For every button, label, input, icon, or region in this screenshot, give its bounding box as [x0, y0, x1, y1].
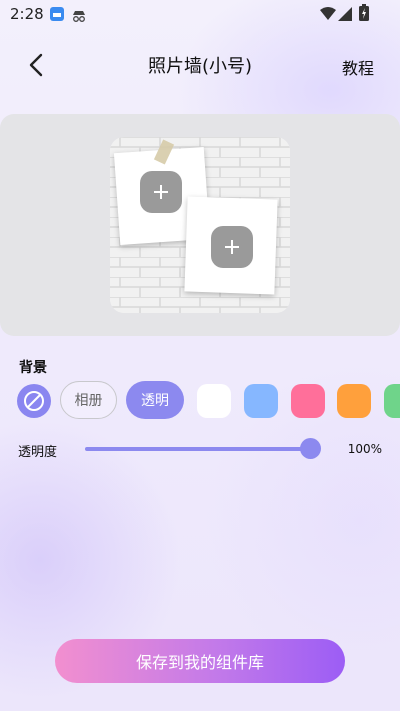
app-notification-icon — [50, 6, 64, 25]
add-photo-button-2[interactable] — [211, 226, 253, 268]
color-swatch-blue[interactable] — [244, 384, 278, 418]
header-bar: 照片墙(小号) 教程 — [0, 40, 400, 88]
opacity-slider-track[interactable] — [85, 447, 311, 451]
color-swatch-pink[interactable] — [291, 384, 325, 418]
transparent-background-option[interactable]: 透明 — [126, 381, 184, 419]
color-swatch-green[interactable] — [384, 384, 400, 418]
color-swatch-white[interactable] — [197, 384, 231, 418]
plus-icon — [225, 240, 239, 254]
incognito-icon — [71, 7, 87, 26]
save-to-widget-library-button[interactable]: 保存到我的组件库 — [55, 639, 345, 683]
battery-icon — [359, 4, 369, 25]
opacity-label: 透明度 — [18, 445, 58, 460]
prohibited-icon — [24, 391, 44, 411]
color-swatch-orange[interactable] — [337, 384, 371, 418]
add-photo-button-1[interactable] — [140, 171, 182, 213]
plus-icon — [154, 185, 168, 199]
opacity-value: 100% — [347, 442, 382, 456]
status-bar: 2:28 — [0, 0, 400, 28]
no-background-option[interactable] — [17, 384, 51, 418]
photo-wall-widget — [110, 137, 290, 313]
album-background-option[interactable]: 相册 — [60, 381, 117, 419]
background-section-label: 背景 — [19, 360, 47, 376]
background-options-row: 相册 透明 — [0, 380, 400, 420]
tutorial-button[interactable]: 教程 — [342, 55, 374, 79]
page-title: 照片墙(小号) — [147, 56, 253, 77]
opacity-slider-thumb[interactable] — [300, 438, 321, 459]
status-time: 2:28 — [10, 5, 44, 23]
signal-icon — [338, 6, 352, 25]
wifi-icon — [320, 6, 336, 25]
